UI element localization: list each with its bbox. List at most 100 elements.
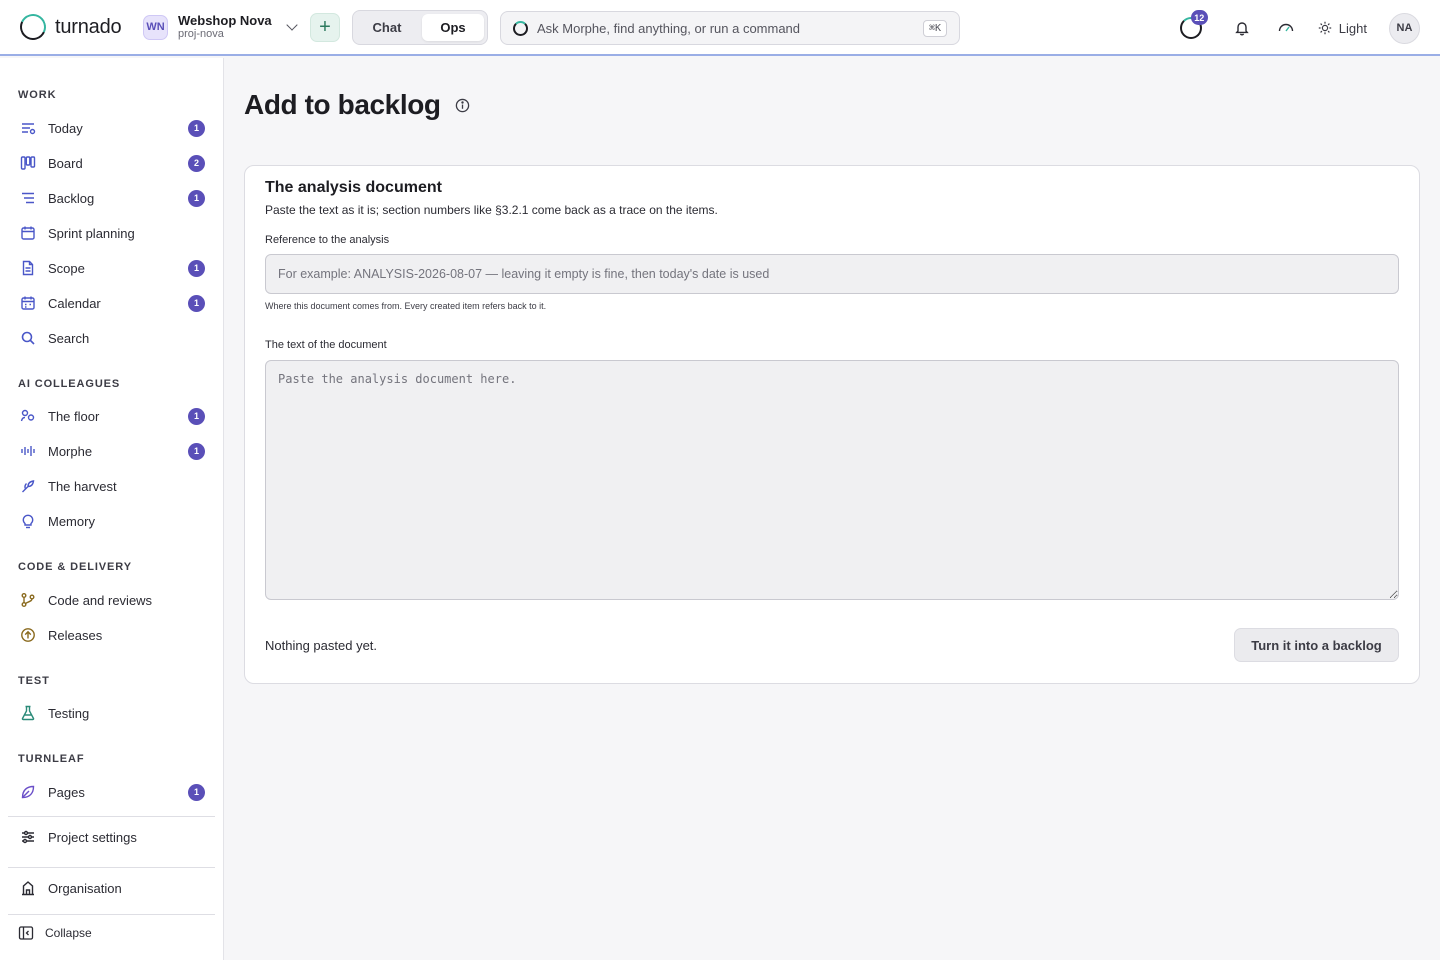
sidebar-item-calendar[interactable]: Calendar 1 [8, 287, 215, 319]
project-slug: proj-nova [178, 28, 224, 40]
sidebar-item-label: Today [48, 120, 83, 136]
sliders-icon [8, 829, 48, 845]
analysis-document-card: The analysis document Paste the text as … [244, 165, 1420, 684]
brand-name: turnado [55, 15, 122, 38]
sidebar-divider [8, 867, 215, 868]
activity-button[interactable]: 12 [1179, 10, 1208, 39]
morphe-icon [513, 20, 528, 36]
building-icon [8, 880, 48, 896]
sidebar-item-label: Search [48, 330, 90, 346]
sidebar-item-label: Morphe [48, 443, 93, 459]
document-text-area[interactable] [265, 360, 1399, 600]
sidebar-item-morphe[interactable]: Morphe 1 [8, 435, 215, 467]
count-badge: 1 [188, 294, 205, 312]
sidebar-item-label: Memory [48, 513, 95, 529]
paste-status: Nothing pasted yet. [265, 638, 378, 653]
sidebar-divider [8, 816, 215, 817]
sidebar-item-organisation[interactable]: Organisation [8, 872, 215, 904]
people-icon [8, 408, 48, 424]
sidebar-item-label: Scope [48, 260, 85, 276]
count-badge: 2 [188, 154, 205, 172]
create-button[interactable]: + [310, 13, 340, 42]
collapse-icon [18, 926, 34, 940]
calendar-icon [8, 295, 48, 311]
reference-input[interactable] [265, 254, 1399, 294]
sidebar-item-backlog[interactable]: Backlog 1 [8, 182, 215, 214]
sidebar-item-label: Code and reviews [48, 592, 153, 608]
sprout-icon [8, 478, 48, 494]
sidebar-item-search[interactable]: Search [8, 322, 215, 354]
sidebar-item-label: Sprint planning [48, 225, 135, 241]
group-title-test: TEST [18, 675, 50, 687]
waveform-icon [8, 443, 48, 459]
project-avatar: WN [143, 14, 168, 40]
collapse-sidebar-button[interactable]: Collapse [18, 925, 92, 941]
count-badge: 1 [188, 442, 205, 460]
collapse-label: Collapse [45, 926, 92, 940]
command-bar-placeholder: Ask Morphe, find anything, or run a comm… [537, 20, 801, 36]
brand-logo[interactable]: turnado [16, 10, 122, 44]
mode-switch: Chat Ops [352, 10, 488, 45]
mode-chat-tab[interactable]: Chat [356, 14, 418, 41]
top-right-controls: 12 Light NA [1179, 10, 1420, 46]
info-icon[interactable] [455, 98, 470, 113]
command-bar[interactable]: Ask Morphe, find anything, or run a comm… [500, 11, 960, 45]
logo-ring-icon [16, 10, 50, 44]
backlog-icon [8, 190, 48, 206]
chevron-down-icon [286, 19, 298, 31]
sidebar-item-releases[interactable]: Releases [8, 619, 215, 651]
sun-icon [1318, 21, 1331, 35]
performance-button[interactable] [1268, 10, 1304, 46]
count-badge: 1 [188, 783, 205, 801]
project-switcher[interactable]: WN Webshop Nova proj-nova [143, 13, 298, 41]
gauge-icon [1278, 23, 1293, 32]
turn-into-backlog-button[interactable]: Turn it into a backlog [1234, 628, 1399, 662]
sidebar-item-pages[interactable]: Pages 1 [8, 776, 215, 808]
sidebar-item-label: Backlog [48, 190, 95, 206]
user-avatar[interactable]: NA [1389, 12, 1420, 44]
sidebar-item-label: Pages [48, 784, 85, 800]
sidebar-item-memory[interactable]: Memory [8, 505, 215, 537]
sidebar-item-the-floor[interactable]: The floor 1 [8, 400, 215, 432]
sidebar-item-sprint-planning[interactable]: Sprint planning [8, 217, 215, 249]
group-title-code-delivery: CODE & DELIVERY [18, 561, 132, 573]
calendar-icon [8, 225, 48, 241]
count-badge: 1 [188, 119, 205, 137]
shortcut-hint: ⌘K [922, 19, 947, 37]
git-branch-icon [8, 592, 48, 608]
count-badge: 1 [188, 407, 205, 425]
mode-ops-tab[interactable]: Ops [422, 14, 484, 41]
reference-hint: Where this document comes from. Every cr… [265, 301, 547, 311]
page-header: Add to backlog [244, 89, 470, 121]
project-info: Webshop Nova proj-nova [178, 13, 272, 41]
sidebar-item-code-and-reviews[interactable]: Code and reviews [8, 584, 215, 616]
theme-toggle[interactable]: Light [1318, 21, 1367, 36]
sidebar-item-scope[interactable]: Scope 1 [8, 252, 215, 284]
sidebar-item-project-settings[interactable]: Project settings [8, 821, 215, 853]
page-title: Add to backlog [244, 89, 441, 120]
count-badge: 1 [188, 189, 205, 207]
sidebar-item-label: Board [48, 155, 83, 171]
document-text-label: The text of the document [265, 339, 387, 351]
top-bar: turnado WN Webshop Nova proj-nova + Chat… [0, 0, 1440, 56]
sidebar-item-label: Releases [48, 627, 103, 643]
sidebar-item-label: The floor [48, 408, 100, 424]
sidebar-item-the-harvest[interactable]: The harvest [8, 470, 215, 502]
sidebar-item-today[interactable]: Today 1 [8, 112, 215, 144]
sidebar-item-testing[interactable]: Testing [8, 697, 215, 729]
bell-icon [1235, 22, 1249, 36]
group-title-turnleaf: TURNLEAF [18, 753, 85, 765]
plus-icon: + [319, 16, 331, 38]
notifications-button[interactable] [1224, 10, 1260, 46]
sidebar-item-label: Testing [48, 705, 90, 721]
project-name: Webshop Nova [178, 13, 272, 28]
today-icon [8, 120, 48, 136]
sidebar: WORK Today 1 Board 2 Backlog 1 Sprint pl… [0, 58, 224, 960]
reference-label: Reference to the analysis [265, 234, 390, 246]
card-subtitle: Paste the text as it is; section numbers… [265, 203, 718, 217]
sidebar-item-board[interactable]: Board 2 [8, 147, 215, 179]
group-title-ai-colleagues: AI COLLEAGUES [18, 378, 121, 390]
card-title: The analysis document [265, 179, 442, 196]
release-icon [8, 627, 48, 643]
sidebar-divider [8, 914, 215, 915]
